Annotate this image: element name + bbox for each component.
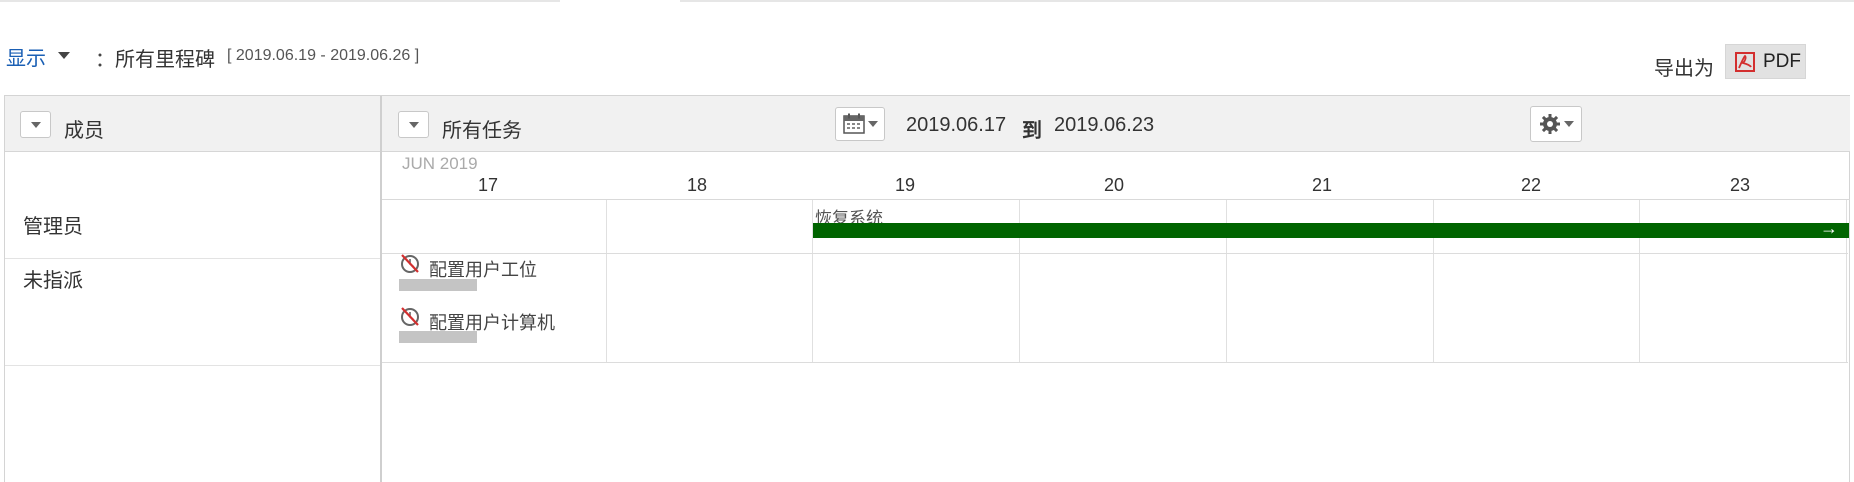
chevron-down-icon — [867, 121, 878, 127]
calendar-icon — [842, 113, 865, 134]
column-divider — [380, 96, 382, 482]
task-progress-placeholder — [399, 279, 477, 291]
milestone-date-range: [ 2019.06.19 - 2019.06.26 ] — [227, 47, 420, 64]
date-picker-button[interactable] — [835, 107, 885, 141]
milestone-filter: 所有里程碑 — [115, 49, 215, 71]
row-divider — [382, 362, 1848, 363]
settings-button[interactable] — [1530, 106, 1582, 142]
tasks-dropdown-button[interactable] — [398, 111, 429, 138]
arrow-right-icon: → — [1820, 218, 1838, 238]
tasks-filter-label: 所有任务 — [442, 120, 522, 142]
day-label: 19 — [894, 175, 916, 195]
member-row-unassigned: 未指派 — [5, 259, 380, 366]
row-divider — [382, 253, 1848, 254]
chevron-down-icon[interactable] — [58, 52, 70, 59]
task-no-time-icon — [401, 254, 419, 273]
separator-colon: ： — [95, 49, 115, 71]
task-progress-placeholder — [399, 331, 477, 343]
gear-icon — [1539, 114, 1560, 134]
day-label: 21 — [1311, 175, 1333, 195]
pdf-label: PDF — [1763, 50, 1801, 72]
members-column-label: 成员 — [64, 120, 104, 142]
pdf-icon — [1735, 51, 1755, 72]
gantt-bar[interactable] — [813, 223, 1849, 238]
day-column-line — [606, 200, 607, 362]
date-range-end: 2019.06.23 — [1054, 114, 1155, 136]
day-label: 20 — [1103, 175, 1125, 195]
chevron-down-icon — [30, 121, 41, 128]
calendar-header-divider — [382, 199, 1850, 200]
member-row-admin: 管理员 — [5, 152, 380, 259]
member-name: 管理员 — [23, 216, 83, 238]
chevron-down-icon — [408, 121, 419, 128]
calendar-month: JUN 2019 — [402, 154, 478, 173]
export-pdf-button[interactable]: PDF — [1725, 44, 1806, 79]
day-label: 22 — [1520, 175, 1542, 195]
export-label: 导出为 — [1654, 58, 1714, 80]
tab-strip-line-left — [0, 0, 560, 2]
day-label: 18 — [686, 175, 708, 195]
task-no-time-icon — [401, 307, 419, 326]
date-range-start: 2019.06.17 — [906, 114, 1007, 136]
members-dropdown-button[interactable] — [20, 111, 51, 138]
member-name: 未指派 — [23, 270, 83, 292]
day-label: 23 — [1729, 175, 1751, 195]
tab-strip-line-right — [680, 0, 1854, 2]
date-range-to: 到 — [1022, 120, 1042, 142]
show-dropdown-link[interactable]: 显示 — [6, 42, 46, 71]
day-label: 17 — [477, 175, 499, 195]
chevron-down-icon — [1563, 121, 1574, 127]
